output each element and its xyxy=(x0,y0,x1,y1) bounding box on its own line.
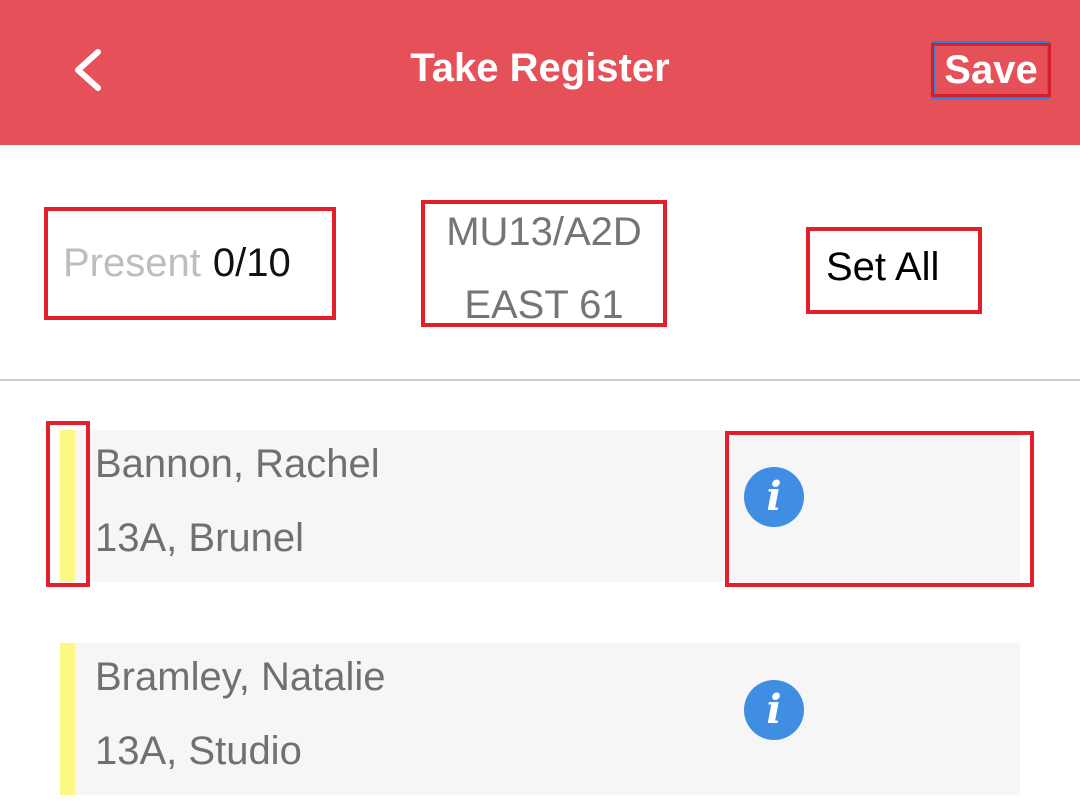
room-name: EAST 61 xyxy=(464,283,624,327)
set-all-label: Set All xyxy=(826,245,940,289)
divider xyxy=(0,379,1080,381)
set-all-button[interactable]: Set All xyxy=(806,227,982,314)
save-button[interactable]: Save xyxy=(931,41,1051,99)
student-name: Bramley, Natalie xyxy=(95,655,386,699)
student-detail: 13A, Studio xyxy=(95,729,302,773)
info-icon[interactable]: i xyxy=(744,467,804,527)
student-row[interactable]: Bramley, Natalie 13A, Studio xyxy=(60,643,1020,795)
course-info: MU13/A2D EAST 61 xyxy=(421,200,667,327)
attendance-status-strip[interactable] xyxy=(60,643,75,795)
top-app-bar: Take Register Save xyxy=(0,0,1080,145)
present-count: 0/10 xyxy=(212,241,291,285)
student-name: Bannon, Rachel xyxy=(95,442,380,486)
present-label: Present xyxy=(63,241,201,285)
student-detail: 13A, Brunel xyxy=(95,516,305,560)
present-counter: Present 0/10 xyxy=(44,207,336,320)
info-icon[interactable]: i xyxy=(744,680,804,740)
page-title: Take Register xyxy=(410,46,670,90)
save-button-label: Save xyxy=(931,43,1051,97)
course-code: MU13/A2D xyxy=(446,210,642,254)
status-strip-highlight xyxy=(46,421,90,587)
